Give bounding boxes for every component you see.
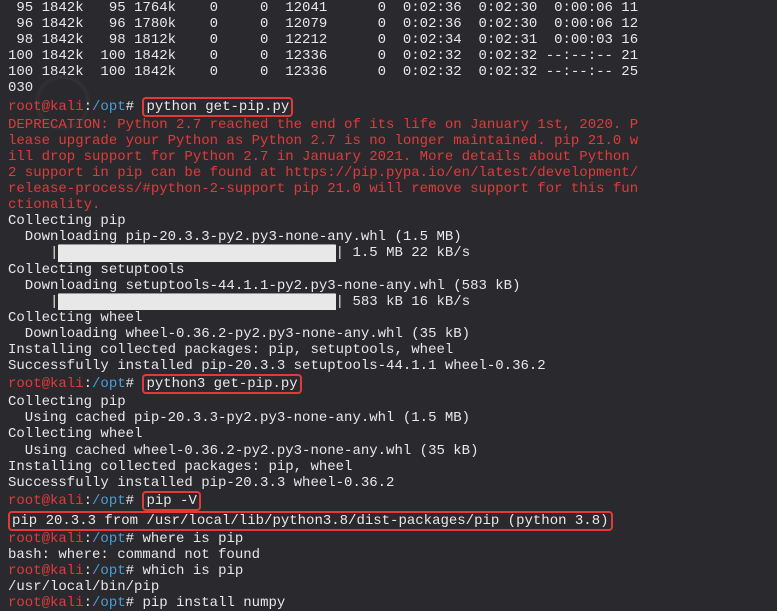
command-text: where is pip	[142, 531, 243, 547]
output-line: Using cached wheel-0.36.2-py2.py3-none-a…	[8, 443, 769, 459]
output-line: Collecting wheel	[8, 426, 769, 442]
deprecation-warning: ill drop support for Python 2.7 in Janua…	[8, 149, 769, 165]
terminal-output: 95 1842k 95 1764k 0 0 12041 0 0:02:36 0:…	[8, 0, 769, 611]
command-text: pip install numpy	[142, 595, 285, 611]
deprecation-warning: 2 support in pip can be found at https:/…	[8, 165, 769, 181]
curl-progress-row: 100 1842k 100 1842k 0 0 12336 0 0:02:32 …	[8, 64, 769, 80]
prompt-line[interactable]: root@kali:/opt# python3 get-pip.py	[8, 374, 769, 394]
prompt-path: /opt	[92, 563, 126, 579]
prompt-hostname: root@kali	[8, 99, 84, 115]
prompt-line[interactable]: root@kali:/opt# pip -V	[8, 491, 769, 511]
prompt-path: /opt	[92, 531, 126, 547]
output-line: Collecting pip	[8, 394, 769, 410]
output-line: Installing collected packages: pip, whee…	[8, 459, 769, 475]
progress-line: |█████████████████████████████████| 583 …	[8, 294, 769, 310]
prompt-path: /opt	[92, 376, 126, 392]
command-highlight: python3 get-pip.py	[142, 374, 301, 394]
curl-progress-row: 030	[8, 80, 769, 96]
prompt-hostname: root@kali	[8, 595, 84, 611]
output-line: Successfully installed pip-20.3.3 setupt…	[8, 358, 769, 374]
output-line: Downloading pip-20.3.3-py2.py3-none-any.…	[8, 229, 769, 245]
prompt-line[interactable]: root@kali:/opt# python get-pip.py	[8, 97, 769, 117]
command-highlight: pip -V	[142, 491, 200, 511]
output-line: /usr/local/bin/pip	[8, 579, 769, 595]
output-line: Downloading setuptools-44.1.1-py2.py3-no…	[8, 278, 769, 294]
prompt-path: /opt	[92, 493, 126, 509]
error-line: bash: where: command not found	[8, 547, 769, 563]
deprecation-warning: DEPRECATION: Python 2.7 reached the end …	[8, 117, 769, 133]
curl-progress-row: 98 1842k 98 1812k 0 0 12212 0 0:02:34 0:…	[8, 32, 769, 48]
output-line: Using cached pip-20.3.3-py2.py3-none-any…	[8, 410, 769, 426]
prompt-path: /opt	[92, 99, 126, 115]
output-line: Downloading wheel-0.36.2-py2.py3-none-an…	[8, 326, 769, 342]
command-highlight: python get-pip.py	[142, 97, 293, 117]
progress-line: |█████████████████████████████████| 1.5 …	[8, 245, 769, 261]
output-line: Collecting pip	[8, 213, 769, 229]
deprecation-warning: lease upgrade your Python as Python 2.7 …	[8, 133, 769, 149]
prompt-line[interactable]: root@kali:/opt# which is pip	[8, 563, 769, 579]
prompt-hostname: root@kali	[8, 493, 84, 509]
output-line: Successfully installed pip-20.3.3 wheel-…	[8, 475, 769, 491]
prompt-line[interactable]: root@kali:/opt# pip install numpy	[8, 595, 769, 611]
deprecation-warning: ctionality.	[8, 197, 769, 213]
pip-version-output: pip 20.3.3 from /usr/local/lib/python3.8…	[8, 511, 769, 531]
prompt-line[interactable]: root@kali:/opt# where is pip	[8, 531, 769, 547]
deprecation-warning: release-process/#python-2-support pip 21…	[8, 181, 769, 197]
output-line: Collecting setuptools	[8, 262, 769, 278]
command-text: which is pip	[142, 563, 243, 579]
curl-progress-row: 96 1842k 96 1780k 0 0 12079 0 0:02:36 0:…	[8, 16, 769, 32]
output-line: Installing collected packages: pip, setu…	[8, 342, 769, 358]
output-line: Collecting wheel	[8, 310, 769, 326]
curl-progress-row: 95 1842k 95 1764k 0 0 12041 0 0:02:36 0:…	[8, 0, 769, 16]
prompt-path: /opt	[92, 595, 126, 611]
prompt-hostname: root@kali	[8, 563, 84, 579]
prompt-hostname: root@kali	[8, 376, 84, 392]
prompt-hostname: root@kali	[8, 531, 84, 547]
curl-progress-row: 100 1842k 100 1842k 0 0 12336 0 0:02:32 …	[8, 48, 769, 64]
